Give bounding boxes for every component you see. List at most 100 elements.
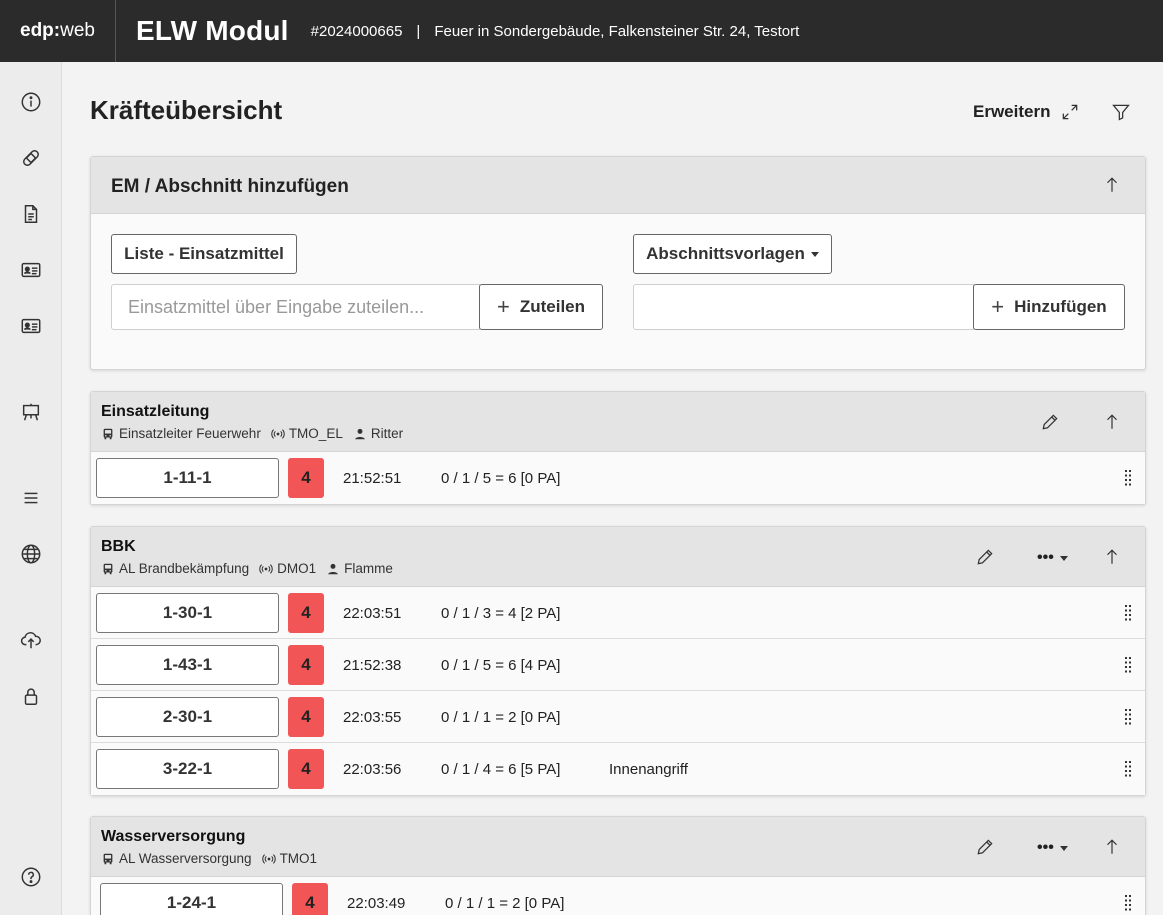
drag-handle-icon[interactable] xyxy=(1125,470,1131,486)
add-section-button[interactable]: + Hinzufügen xyxy=(973,284,1125,330)
incident-number: #2024000665 xyxy=(310,22,403,40)
lock-icon[interactable] xyxy=(18,683,44,709)
add-panel: EM / Abschnitt hinzufügen Liste - Einsat… xyxy=(90,156,1146,370)
section-person: Ritter xyxy=(353,426,403,441)
help-icon[interactable] xyxy=(18,864,44,890)
assign-button[interactable]: + Zuteilen xyxy=(479,284,603,330)
unit-time: 21:52:38 xyxy=(343,657,402,674)
edit-section-button[interactable] xyxy=(975,837,997,859)
drag-handle-icon[interactable] xyxy=(1125,895,1131,911)
radio-icon xyxy=(259,563,273,574)
unit-button[interactable]: 1-30-1 xyxy=(96,593,279,633)
unit-button[interactable]: 3-22-1 xyxy=(96,749,279,789)
more-actions-dropdown[interactable]: ••• xyxy=(1037,837,1077,859)
section-header: Einsatzleitung Einsatzleiter Feuerwehr T… xyxy=(91,392,1145,452)
status-badge: 4 xyxy=(288,749,324,789)
unit-assign-placeholder: Einsatzmittel über Eingabe zuteilen... xyxy=(128,296,425,317)
unit-assign-input[interactable]: Einsatzmittel über Eingabe zuteilen... xyxy=(111,284,480,330)
vehicle-icon xyxy=(103,853,113,864)
brand-light: web xyxy=(60,20,95,41)
person-icon xyxy=(328,563,338,574)
unit-button[interactable]: 1-11-1 xyxy=(96,458,279,498)
document-icon[interactable] xyxy=(18,201,44,227)
brand-bold: edp: xyxy=(20,20,61,41)
unit-row: 3-22-1 4 22:03:56 0 / 1 / 4 = 6 [5 PA] I… xyxy=(91,743,1145,795)
main-content: Kräfteübersicht Erweitern EM / Abschnitt… xyxy=(62,62,1163,915)
unit-time: 22:03:55 xyxy=(343,709,402,726)
unit-strength: 0 / 1 / 3 = 4 [2 PA] xyxy=(441,605,561,622)
collapse-section-button[interactable] xyxy=(1103,838,1125,860)
drag-handle-icon[interactable] xyxy=(1125,709,1131,725)
section-leader: Einsatzleiter Feuerwehr xyxy=(101,426,261,441)
drag-handle-icon[interactable] xyxy=(1125,657,1131,673)
filter-button[interactable] xyxy=(1111,102,1133,124)
globe-icon[interactable] xyxy=(18,541,44,567)
unit-button[interactable]: 2-30-1 xyxy=(96,697,279,737)
edit-section-button[interactable] xyxy=(975,547,997,569)
unit-row: 1-24-1 4 22:03:49 0 / 1 / 1 = 2 [0 PA] xyxy=(91,877,1145,915)
unit-button[interactable]: 1-43-1 xyxy=(96,645,279,685)
expand-button[interactable]: Erweitern xyxy=(973,102,1080,122)
section-radio: TMO1 xyxy=(261,851,317,866)
brand-logo[interactable]: edp: web xyxy=(0,0,116,62)
section-radio: TMO_EL xyxy=(271,426,343,441)
id-card-icon[interactable] xyxy=(18,257,44,283)
incident-description: Feuer in Sondergebäude, Falkensteiner St… xyxy=(434,22,800,40)
unit-row: 1-11-1 4 21:52:51 0 / 1 / 5 = 6 [0 PA] xyxy=(91,452,1145,504)
section-leader: AL Brandbekämpfung xyxy=(101,561,249,576)
section-templates-dropdown[interactable]: Abschnittsvorlagen xyxy=(633,234,832,274)
bandage-icon[interactable] xyxy=(18,145,44,171)
unit-strength: 0 / 1 / 5 = 6 [4 PA] xyxy=(441,657,561,674)
unit-time: 22:03:51 xyxy=(343,605,402,622)
collapse-section-button[interactable] xyxy=(1103,413,1125,435)
filter-icon xyxy=(1112,104,1130,121)
section-name-input[interactable] xyxy=(633,284,974,330)
id-card-icon-2[interactable] xyxy=(18,313,44,339)
section-meta: AL Wasserversorgung TMO1 xyxy=(101,851,327,866)
plus-icon: + xyxy=(991,294,1005,319)
cloud-upload-icon[interactable] xyxy=(18,627,44,653)
pencil-icon xyxy=(977,549,993,565)
unit-row: 2-30-1 4 22:03:55 0 / 1 / 1 = 2 [0 PA] xyxy=(91,691,1145,743)
collapse-add-panel-button[interactable] xyxy=(1103,176,1125,198)
unit-button[interactable]: 1-24-1 xyxy=(100,883,283,915)
person-icon xyxy=(355,428,365,439)
collapse-section-button[interactable] xyxy=(1103,548,1125,570)
section-leader-label: AL Brandbekämpfung xyxy=(119,561,250,576)
status-badge: 4 xyxy=(288,458,324,498)
more-actions-dropdown[interactable]: ••• xyxy=(1037,547,1077,569)
section-radio: DMO1 xyxy=(259,561,316,576)
section-radio-label: TMO_EL xyxy=(288,426,343,441)
edit-section-button[interactable] xyxy=(1040,412,1062,434)
page-title: Kräfteübersicht xyxy=(90,95,283,125)
more-dots-icon: ••• xyxy=(1037,839,1054,856)
unit-time: 22:03:49 xyxy=(347,895,406,912)
status-badge: 4 xyxy=(288,645,324,685)
unit-time: 21:52:51 xyxy=(343,470,402,487)
section-templates-label: Abschnittsvorlagen xyxy=(646,244,805,263)
more-dots-icon: ••• xyxy=(1037,549,1054,566)
unit-strength: 0 / 1 / 4 = 6 [5 PA] xyxy=(441,761,561,778)
status-badge: 4 xyxy=(288,593,324,633)
pencil-icon xyxy=(977,839,993,855)
plus-icon: + xyxy=(496,294,510,319)
drag-handle-icon[interactable] xyxy=(1125,761,1131,777)
section-person: Flamme xyxy=(326,561,393,576)
unit-task: Innenangriff xyxy=(609,761,688,778)
section-card-einsatzleitung: Einsatzleitung Einsatzleiter Feuerwehr T… xyxy=(90,391,1146,505)
assign-label: Zuteilen xyxy=(519,297,586,316)
add-section-label: Hinzufügen xyxy=(1014,297,1107,316)
section-radio-label: DMO1 xyxy=(277,561,317,576)
menu-icon[interactable] xyxy=(18,485,44,511)
unit-row: 1-30-1 4 22:03:51 0 / 1 / 3 = 4 [2 PA] xyxy=(91,587,1145,639)
vehicle-icon xyxy=(103,428,113,439)
add-panel-header: EM / Abschnitt hinzufügen xyxy=(91,157,1145,214)
info-icon[interactable] xyxy=(18,89,44,115)
arrow-up-icon xyxy=(1107,414,1117,429)
drag-handle-icon[interactable] xyxy=(1125,605,1131,621)
vehicle-icon xyxy=(103,563,113,574)
easel-icon[interactable] xyxy=(18,399,44,425)
section-leader-label: AL Wasserversorgung xyxy=(119,851,252,866)
caret-down-icon xyxy=(810,251,819,257)
list-units-button[interactable]: Liste - Einsatzmittel xyxy=(111,234,297,274)
